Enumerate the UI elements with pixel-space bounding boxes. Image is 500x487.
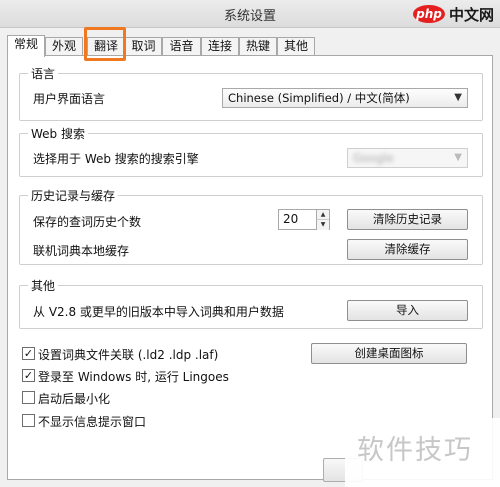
tab-general[interactable]: 常规 — [7, 35, 45, 57]
search-engine-select[interactable]: Google ▼ — [347, 148, 468, 168]
tab-other[interactable]: 其他 — [277, 37, 315, 56]
minimize-checkbox[interactable] — [22, 391, 35, 404]
php-watermark: php 中文网 — [412, 3, 494, 25]
tab-appearance[interactable]: 外观 — [45, 37, 83, 56]
php-logo: php — [412, 5, 445, 23]
arrow-down-icon[interactable]: ▼ — [316, 220, 329, 230]
search-engine-label: 选择用于 Web 搜索的搜索引擎 — [33, 152, 199, 166]
import-button[interactable]: 导入 — [347, 300, 468, 321]
history-group-title: 历史记录与缓存 — [28, 187, 119, 204]
history-count-value: 20 — [283, 212, 299, 226]
title-bar: 系统设置 php 中文网 — [0, 0, 500, 28]
minimize-label: 启动后最小化 — [38, 392, 111, 406]
notify-label: 不显示信息提示窗口 — [38, 415, 147, 429]
other-group: 其他 从 V2.8 或更早的旧版本中导入词典和用户数据 导入 — [19, 277, 483, 329]
assoc-checkbox[interactable]: ✓ — [22, 347, 35, 360]
language-group: 语言 用户界面语言 Chinese (Simplified) / 中文(简体) … — [19, 65, 483, 121]
tab-hotkey[interactable]: 热键 — [239, 37, 277, 56]
check-icon: ✓ — [23, 369, 34, 382]
arrow-up-icon[interactable]: ▲ — [316, 210, 329, 220]
tab-voice[interactable]: 语音 — [162, 37, 201, 56]
check-icon: ✓ — [23, 347, 34, 360]
software-tips-watermark: 软件技巧 — [345, 418, 500, 487]
history-group: 历史记录与缓存 保存的查词历史个数 20 ▲ ▼ 清除历史记录 联机词典本地缓存… — [19, 187, 483, 265]
import-label: 从 V2.8 或更早的旧版本中导入词典和用户数据 — [33, 305, 284, 319]
ui-language-label: 用户界面语言 — [33, 92, 106, 106]
cache-label: 联机词典本地缓存 — [33, 244, 130, 258]
assoc-label: 设置词典文件关联 (.ld2 .ldp .laf) — [38, 348, 219, 362]
watermark-text: 软件技巧 — [357, 435, 473, 466]
notify-checkbox[interactable] — [22, 414, 35, 427]
tab-highlight-box — [84, 27, 126, 61]
history-count-stepper[interactable]: 20 ▲ ▼ — [278, 209, 330, 230]
history-count-label: 保存的查词历史个数 — [33, 215, 142, 229]
php-watermark-text: 中文网 — [448, 5, 494, 24]
clear-cache-button[interactable]: 清除缓存 — [347, 239, 468, 260]
ui-language-select[interactable]: Chinese (Simplified) / 中文(简体) ▼ — [222, 88, 468, 108]
chevron-down-icon: ▼ — [454, 152, 462, 163]
other-group-title: 其他 — [28, 277, 59, 294]
language-group-title: 语言 — [28, 65, 59, 82]
clear-history-button[interactable]: 清除历史记录 — [347, 209, 468, 230]
ui-language-value: Chinese (Simplified) / 中文(简体) — [228, 91, 410, 105]
tab-connection[interactable]: 连接 — [201, 37, 239, 56]
create-desktop-icon-button[interactable]: 创建桌面图标 — [311, 343, 467, 364]
startup-label: 登录至 Windows 时, 运行 Lingoes — [38, 370, 229, 384]
chevron-down-icon: ▼ — [454, 92, 462, 103]
startup-checkbox[interactable]: ✓ — [22, 369, 35, 382]
tab-capture[interactable]: 取词 — [125, 37, 162, 56]
web-search-group: Web 搜索 选择用于 Web 搜索的搜索引擎 Google ▼ — [19, 125, 483, 177]
web-search-group-title: Web 搜索 — [28, 125, 88, 142]
search-engine-value: Google — [353, 151, 394, 165]
